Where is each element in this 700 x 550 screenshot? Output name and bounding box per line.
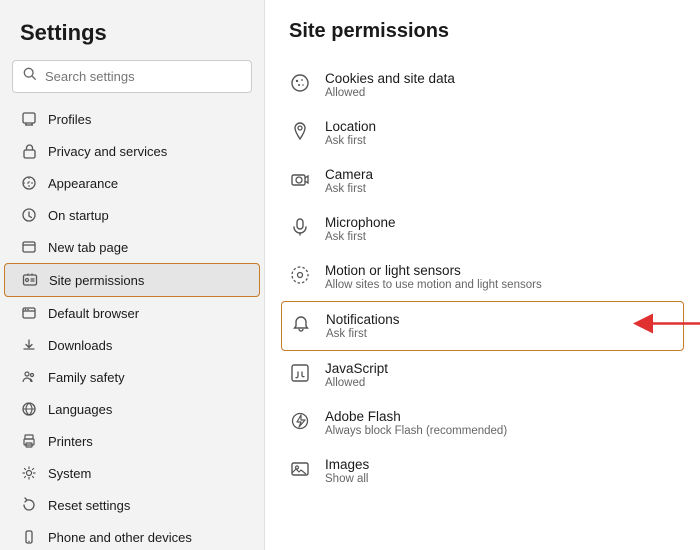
sidebar-item-resetsettings[interactable]: Reset settings xyxy=(4,489,260,521)
sidebar-label-defaultbrowser: Default browser xyxy=(48,306,244,321)
permission-flash-desc: Always block Flash (recommended) xyxy=(325,425,676,437)
permission-flash-text: Adobe Flash Always block Flash (recommen… xyxy=(325,409,676,437)
permission-microphone-desc: Ask first xyxy=(325,231,676,243)
sidebar-item-phonedevices[interactable]: Phone and other devices xyxy=(4,521,260,550)
sidebar-label-phonedevices: Phone and other devices xyxy=(48,530,244,545)
permission-javascript-name: JavaScript xyxy=(325,361,676,376)
permission-camera-text: Camera Ask first xyxy=(325,167,676,195)
lock-icon xyxy=(20,142,38,160)
sidebar-item-appearance[interactable]: Appearance xyxy=(4,167,260,199)
sidebar-item-newtab[interactable]: New tab page xyxy=(4,231,260,263)
browser-icon xyxy=(20,304,38,322)
sidebar-item-privacy[interactable]: Privacy and services xyxy=(4,135,260,167)
sidebar-item-printers[interactable]: Printers xyxy=(4,425,260,457)
main-content: Site permissions Cookies and site data A… xyxy=(265,0,700,550)
sidebar-label-newtab: New tab page xyxy=(48,240,244,255)
permission-images[interactable]: Images Show all xyxy=(281,447,684,495)
permission-camera-desc: Ask first xyxy=(325,183,676,195)
permission-cookies-desc: Allowed xyxy=(325,87,676,99)
permission-camera-name: Camera xyxy=(325,167,676,182)
section-title: Site permissions xyxy=(289,20,676,43)
permission-flash-name: Adobe Flash xyxy=(325,409,676,424)
sidebar-label-familysafety: Family safety xyxy=(48,370,244,385)
permission-sensors-name: Motion or light sensors xyxy=(325,263,676,278)
sidebar-label-privacy: Privacy and services xyxy=(48,144,244,159)
sidebar-label-sitepermissions: Site permissions xyxy=(49,273,243,288)
permission-location[interactable]: Location Ask first xyxy=(281,109,684,157)
startup-icon xyxy=(20,206,38,224)
download-icon xyxy=(20,336,38,354)
sidebar-item-downloads[interactable]: Downloads xyxy=(4,329,260,361)
sidebar-item-languages[interactable]: Languages xyxy=(4,393,260,425)
permission-microphone-name: Microphone xyxy=(325,215,676,230)
sidebar-item-familysafety[interactable]: Family safety xyxy=(4,361,260,393)
sidebar-label-downloads: Downloads xyxy=(48,338,244,353)
permission-notifications[interactable]: Notifications Ask first xyxy=(281,301,684,351)
appearance-icon xyxy=(20,174,38,192)
sidebar-item-startup[interactable]: On startup xyxy=(4,199,260,231)
permission-notifications-desc: Ask first xyxy=(326,328,675,340)
sidebar-item-sitepermissions[interactable]: Site permissions xyxy=(4,263,260,297)
family-icon xyxy=(20,368,38,386)
phone-icon xyxy=(20,528,38,546)
permission-location-name: Location xyxy=(325,119,676,134)
profile-icon xyxy=(20,110,38,128)
permission-javascript[interactable]: JavaScript Allowed xyxy=(281,351,684,399)
permission-cookies[interactable]: Cookies and site data Allowed xyxy=(281,61,684,109)
cookie-icon xyxy=(289,72,311,94)
permission-cookies-name: Cookies and site data xyxy=(325,71,676,86)
printer-icon xyxy=(20,432,38,450)
newtab-icon xyxy=(20,238,38,256)
js-icon xyxy=(289,362,311,384)
sidebar-item-system[interactable]: System xyxy=(4,457,260,489)
sensors-icon xyxy=(289,264,311,286)
permission-images-desc: Show all xyxy=(325,473,676,485)
search-input[interactable] xyxy=(45,69,241,84)
sidebar-label-appearance: Appearance xyxy=(48,176,244,191)
permission-flash[interactable]: Adobe Flash Always block Flash (recommen… xyxy=(281,399,684,447)
reset-icon xyxy=(20,496,38,514)
location-icon xyxy=(289,120,311,142)
microphone-icon xyxy=(289,216,311,238)
permission-microphone-text: Microphone Ask first xyxy=(325,215,676,243)
permission-location-desc: Ask first xyxy=(325,135,676,147)
sidebar: Settings Profiles Privacy and services A… xyxy=(0,0,265,550)
sidebar-label-resetsettings: Reset settings xyxy=(48,498,244,513)
permission-images-text: Images Show all xyxy=(325,457,676,485)
permission-microphone[interactable]: Microphone Ask first xyxy=(281,205,684,253)
permission-javascript-text: JavaScript Allowed xyxy=(325,361,676,389)
sidebar-label-languages: Languages xyxy=(48,402,244,417)
permission-javascript-desc: Allowed xyxy=(325,377,676,389)
sidebar-label-printers: Printers xyxy=(48,434,244,449)
sidebar-item-profiles[interactable]: Profiles xyxy=(4,103,260,135)
bell-icon xyxy=(290,313,312,335)
sidebar-item-defaultbrowser[interactable]: Default browser xyxy=(4,297,260,329)
permission-notifications-name: Notifications xyxy=(326,312,675,327)
permission-sensors-text: Motion or light sensors Allow sites to u… xyxy=(325,263,676,291)
search-icon xyxy=(23,67,37,86)
search-box[interactable] xyxy=(12,60,252,93)
siteperm-icon xyxy=(21,271,39,289)
permission-sensors-desc: Allow sites to use motion and light sens… xyxy=(325,279,676,291)
permission-notifications-text: Notifications Ask first xyxy=(326,312,675,340)
permission-sensors[interactable]: Motion or light sensors Allow sites to u… xyxy=(281,253,684,301)
permission-cookies-text: Cookies and site data Allowed xyxy=(325,71,676,99)
system-icon xyxy=(20,464,38,482)
image-icon xyxy=(289,458,311,480)
sidebar-label-profiles: Profiles xyxy=(48,112,244,127)
app-title: Settings xyxy=(0,20,264,60)
permission-location-text: Location Ask first xyxy=(325,119,676,147)
sidebar-label-system: System xyxy=(48,466,244,481)
lang-icon xyxy=(20,400,38,418)
sidebar-label-startup: On startup xyxy=(48,208,244,223)
flash-icon xyxy=(289,410,311,432)
permission-camera[interactable]: Camera Ask first xyxy=(281,157,684,205)
permission-images-name: Images xyxy=(325,457,676,472)
camera-icon xyxy=(289,168,311,190)
